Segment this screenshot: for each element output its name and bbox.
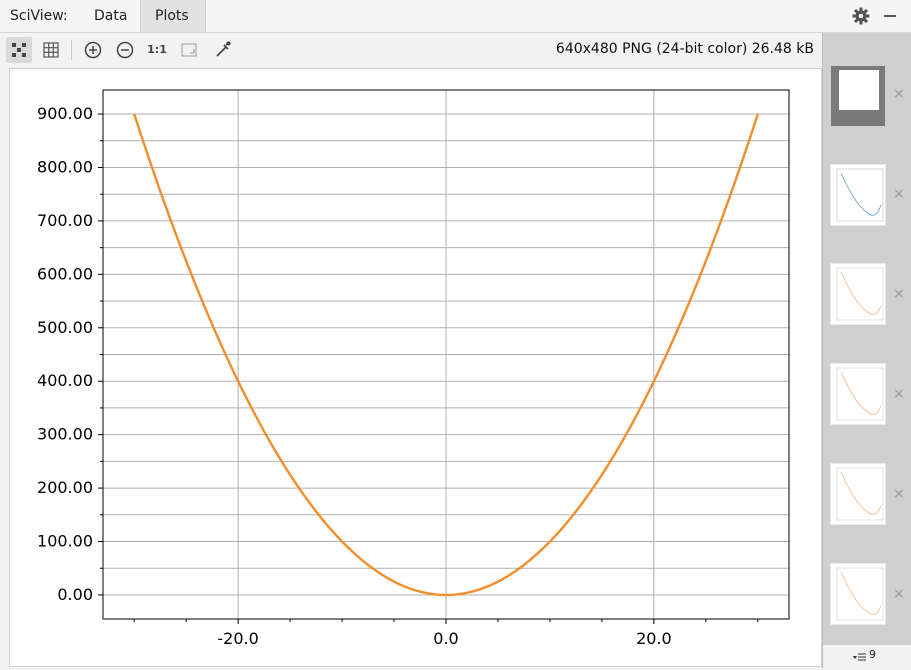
image-info-label: 640x480 PNG (24-bit color) 26.48 kB [555,41,814,57]
thumbnail-6[interactable] [831,564,885,624]
y-axis: 0.00 100.00 200.00 300.00 400.00 500.00 600.00… [37,104,103,604]
plot-image-viewer: 0.00 100.00 200.00 300.00 400.00 500.00 600.00… [9,68,822,667]
thumbnail-count: 9 [869,648,876,661]
y-tick-label: 100.00 [37,532,93,551]
close-icon[interactable]: × [893,87,905,101]
zoom-out-icon[interactable] [112,37,138,63]
plots-thumbnail-sidebar[interactable]: × × × × × × [822,33,911,645]
y-tick-label: 200.00 [37,478,93,497]
x-tick-label: -20.0 [217,629,258,648]
toolbar-divider [71,40,72,60]
actual-size-icon[interactable]: 1:1 [144,37,170,63]
y-tick-label: 400.00 [37,371,93,390]
y-tick-label: 300.00 [37,425,93,444]
tool-window-header: SciView: Data Plots [0,0,911,33]
x-axis: -20.0 0.0 20.0 [133,619,759,648]
close-icon[interactable]: × [893,487,905,501]
list-icon[interactable] [853,649,867,668]
close-icon[interactable]: × [893,287,905,301]
gear-icon[interactable] [851,6,871,26]
plot-toolbar: 1:1 640x480 PNG (24-bit color) 26.48 kB [0,33,822,67]
tab-data[interactable]: Data [80,0,141,32]
y-tick-label: 500.00 [37,318,93,337]
y-tick-label: 0.00 [57,585,93,604]
thumbnail-2[interactable] [831,165,885,225]
fit-icon[interactable] [6,37,32,63]
y-tick-label: 700.00 [37,211,93,230]
y-tick-label: 800.00 [37,157,93,176]
color-picker-icon[interactable] [210,37,236,63]
grid-icon[interactable] [38,37,64,63]
close-icon[interactable]: × [893,387,905,401]
thumbnail-list-footer: 9 [822,645,911,668]
minimize-icon[interactable] [880,6,900,26]
line-chart: 0.00 100.00 200.00 300.00 400.00 500.00 600.00… [37,89,790,648]
close-icon[interactable]: × [893,587,905,601]
y-tick-label: 900.00 [37,104,93,123]
thumbnail-5[interactable] [831,464,885,524]
thumbnail-1[interactable] [831,66,885,126]
y-tick-label: 600.00 [37,264,93,283]
thumbnail-3[interactable] [831,264,885,324]
close-icon[interactable]: × [893,187,905,201]
chart-grid [103,90,789,619]
x-tick-label: 0.0 [433,629,458,648]
tool-window-title: SciView: [10,8,68,24]
tab-plots[interactable]: Plots [140,0,206,32]
fit-to-window-icon[interactable] [176,37,202,63]
thumbnail-4[interactable] [831,364,885,424]
x-tick-label: 20.0 [636,629,672,648]
zoom-in-icon[interactable] [80,37,106,63]
